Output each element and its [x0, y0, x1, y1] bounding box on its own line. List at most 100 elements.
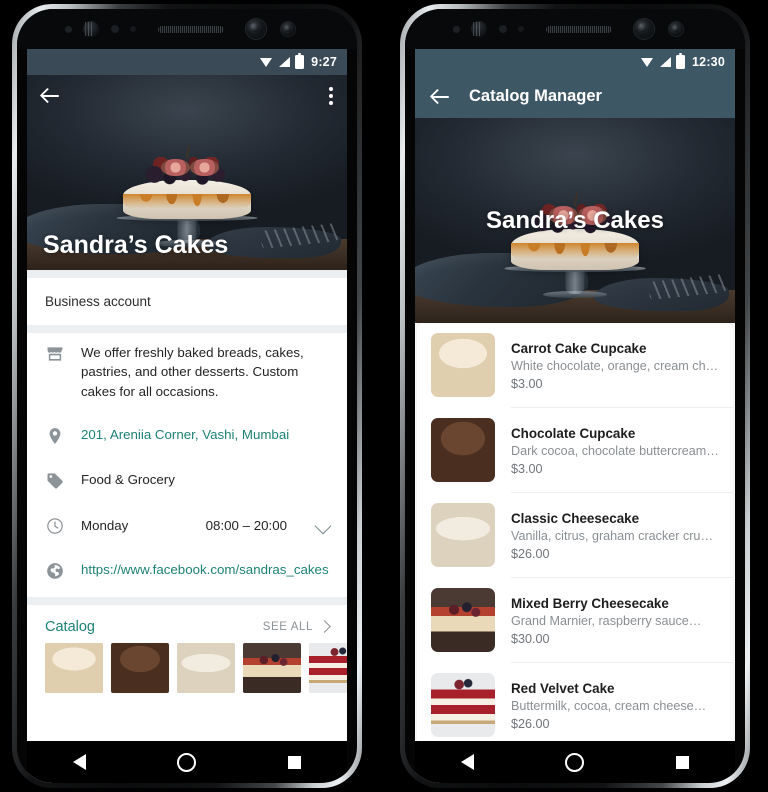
business-description-text: We offer freshly baked breads, cakes, pa…	[81, 345, 304, 399]
business-account-label: Business account	[45, 294, 151, 309]
catalog-thumbnail-strip	[27, 642, 347, 709]
product-name: Chocolate Cupcake	[511, 426, 636, 441]
section-divider	[27, 596, 347, 605]
earpiece-speaker-icon	[546, 26, 612, 33]
light-sensor-icon	[499, 25, 507, 33]
secondary-camera-icon	[281, 22, 295, 36]
business-address-row[interactable]: 201, Areniia Corner, Vashi, Mumbai	[27, 411, 347, 458]
proximity-sensor-icon	[453, 26, 460, 33]
catalog-thumbnail[interactable]	[177, 642, 235, 693]
table-row[interactable]: Classic Cheesecake Vanilla, citrus, grah…	[417, 493, 733, 577]
table-row[interactable]: Mixed Berry Cheesecake Grand Marnier, ra…	[417, 578, 733, 662]
screen-right: 12:30 Catalog Manager Sandra’s Cakes Car…	[415, 49, 735, 783]
status-clock: 9:27	[311, 55, 337, 69]
nav-recents-icon[interactable]	[288, 755, 302, 769]
status-clock: 12:30	[692, 55, 725, 69]
screen-left: 9:27 Sandra’s Cakes Business account We …	[27, 49, 347, 783]
catalog-title[interactable]: Catalog	[45, 619, 95, 635]
back-arrow-icon[interactable]	[41, 86, 61, 106]
iris-scanner-icon	[471, 21, 487, 37]
profile-sheet: Business account We offer freshly baked …	[27, 270, 347, 709]
nav-recents-icon[interactable]	[676, 755, 690, 769]
business-category-text: Food & Grocery	[81, 471, 175, 487]
nav-home-icon[interactable]	[177, 752, 197, 772]
phone-top-bezel-right	[405, 9, 745, 49]
status-bar-right: 12:30	[415, 49, 735, 75]
status-bar-left: 9:27	[27, 49, 347, 75]
product-description: White chocolate, orange, cream cheese…	[511, 359, 719, 373]
product-thumbnail	[431, 673, 495, 737]
catalog-thumbnail[interactable]	[111, 642, 169, 693]
catalog-thumbnail[interactable]	[309, 642, 347, 693]
nav-home-icon[interactable]	[565, 752, 585, 772]
secondary-camera-icon	[669, 22, 683, 36]
business-name-title: Sandra’s Cakes	[486, 206, 664, 234]
app-bar: Catalog Manager	[415, 75, 735, 118]
android-navigation-bar-left	[27, 741, 347, 783]
kebab-menu-icon[interactable]	[329, 87, 333, 105]
see-all-label: SEE ALL	[262, 620, 313, 633]
business-name-title: Sandra’s Cakes	[43, 231, 229, 259]
catalog-thumbnail[interactable]	[45, 642, 103, 693]
storefront-icon	[45, 344, 65, 364]
front-camera-icon	[246, 19, 266, 39]
battery-icon	[676, 52, 686, 69]
phone-device-left: 9:27 Sandra’s Cakes Business account We …	[12, 4, 362, 788]
product-thumbnail	[431, 503, 495, 567]
product-name: Carrot Cake Cupcake	[511, 341, 647, 356]
product-thumbnail	[431, 588, 495, 652]
location-pin-icon	[45, 426, 65, 446]
section-divider	[27, 270, 347, 278]
wifi-icon	[260, 57, 273, 68]
product-price: $3.00	[511, 462, 543, 476]
catalog-header: Catalog SEE ALL	[27, 605, 347, 643]
business-hours-value: 08:00 – 20:00	[205, 517, 287, 533]
wifi-icon	[641, 57, 654, 68]
product-name: Classic Cheesecake	[511, 511, 640, 526]
clock-icon	[45, 516, 65, 536]
business-website-row[interactable]: https://www.facebook.com/sandras_cakes	[27, 548, 347, 597]
cover-photo-caramel-drip	[511, 243, 639, 266]
product-thumbnail	[431, 418, 495, 482]
phone-device-right: 12:30 Catalog Manager Sandra’s Cakes Car…	[400, 4, 750, 788]
business-cover-photo-left: Sandra’s Cakes	[27, 75, 347, 270]
chevron-right-icon	[318, 620, 331, 634]
catalog-thumbnail[interactable]	[243, 642, 301, 693]
product-description: Dark cocoa, chocolate buttercream…	[511, 444, 719, 458]
see-all-button[interactable]: SEE ALL	[262, 620, 331, 634]
iris-scanner-icon	[83, 21, 99, 37]
nav-back-icon[interactable]	[460, 754, 474, 770]
phone-screen-body-left: 9:27 Sandra’s Cakes Business account We …	[17, 9, 357, 783]
business-address-text[interactable]: 201, Areniia Corner, Vashi, Mumbai	[81, 425, 329, 444]
front-camera-icon	[634, 19, 654, 39]
business-hours-row[interactable]: Monday 08:00 – 20:00	[27, 503, 347, 548]
product-description: Buttermilk, cocoa, cream cheese…	[511, 699, 707, 713]
product-description: Grand Marnier, raspberry sauce…	[511, 614, 702, 628]
chevron-down-icon[interactable]	[314, 517, 332, 535]
tag-icon	[45, 471, 65, 491]
product-name: Mixed Berry Cheesecake	[511, 596, 669, 611]
table-row[interactable]: Carrot Cake Cupcake White chocolate, ora…	[417, 323, 733, 407]
signal-icon	[659, 56, 672, 68]
business-website-text[interactable]: https://www.facebook.com/sandras_cakes	[81, 560, 329, 579]
business-category-row: Food & Grocery	[27, 458, 347, 503]
light-sensor-icon	[111, 25, 119, 33]
product-price: $3.00	[511, 377, 543, 391]
android-navigation-bar-right	[415, 741, 735, 783]
section-divider	[27, 325, 347, 333]
product-price: $30.00	[511, 632, 550, 646]
table-row[interactable]: Red Velvet Cake Buttermilk, cocoa, cream…	[417, 663, 733, 747]
nav-back-icon[interactable]	[72, 754, 86, 770]
proximity-sensor-icon	[65, 26, 72, 33]
globe-icon	[45, 561, 65, 581]
table-row[interactable]: Chocolate Cupcake Dark cocoa, chocolate …	[417, 408, 733, 492]
phone-screen-body-right: 12:30 Catalog Manager Sandra’s Cakes Car…	[405, 9, 745, 783]
battery-icon	[295, 52, 305, 69]
app-bar-title: Catalog Manager	[469, 87, 602, 105]
led-indicator-icon	[518, 26, 524, 32]
led-indicator-icon	[130, 26, 136, 32]
back-arrow-icon[interactable]	[431, 87, 451, 107]
product-price: $26.00	[511, 717, 550, 731]
earpiece-speaker-icon	[158, 26, 224, 33]
product-price: $26.00	[511, 547, 550, 561]
